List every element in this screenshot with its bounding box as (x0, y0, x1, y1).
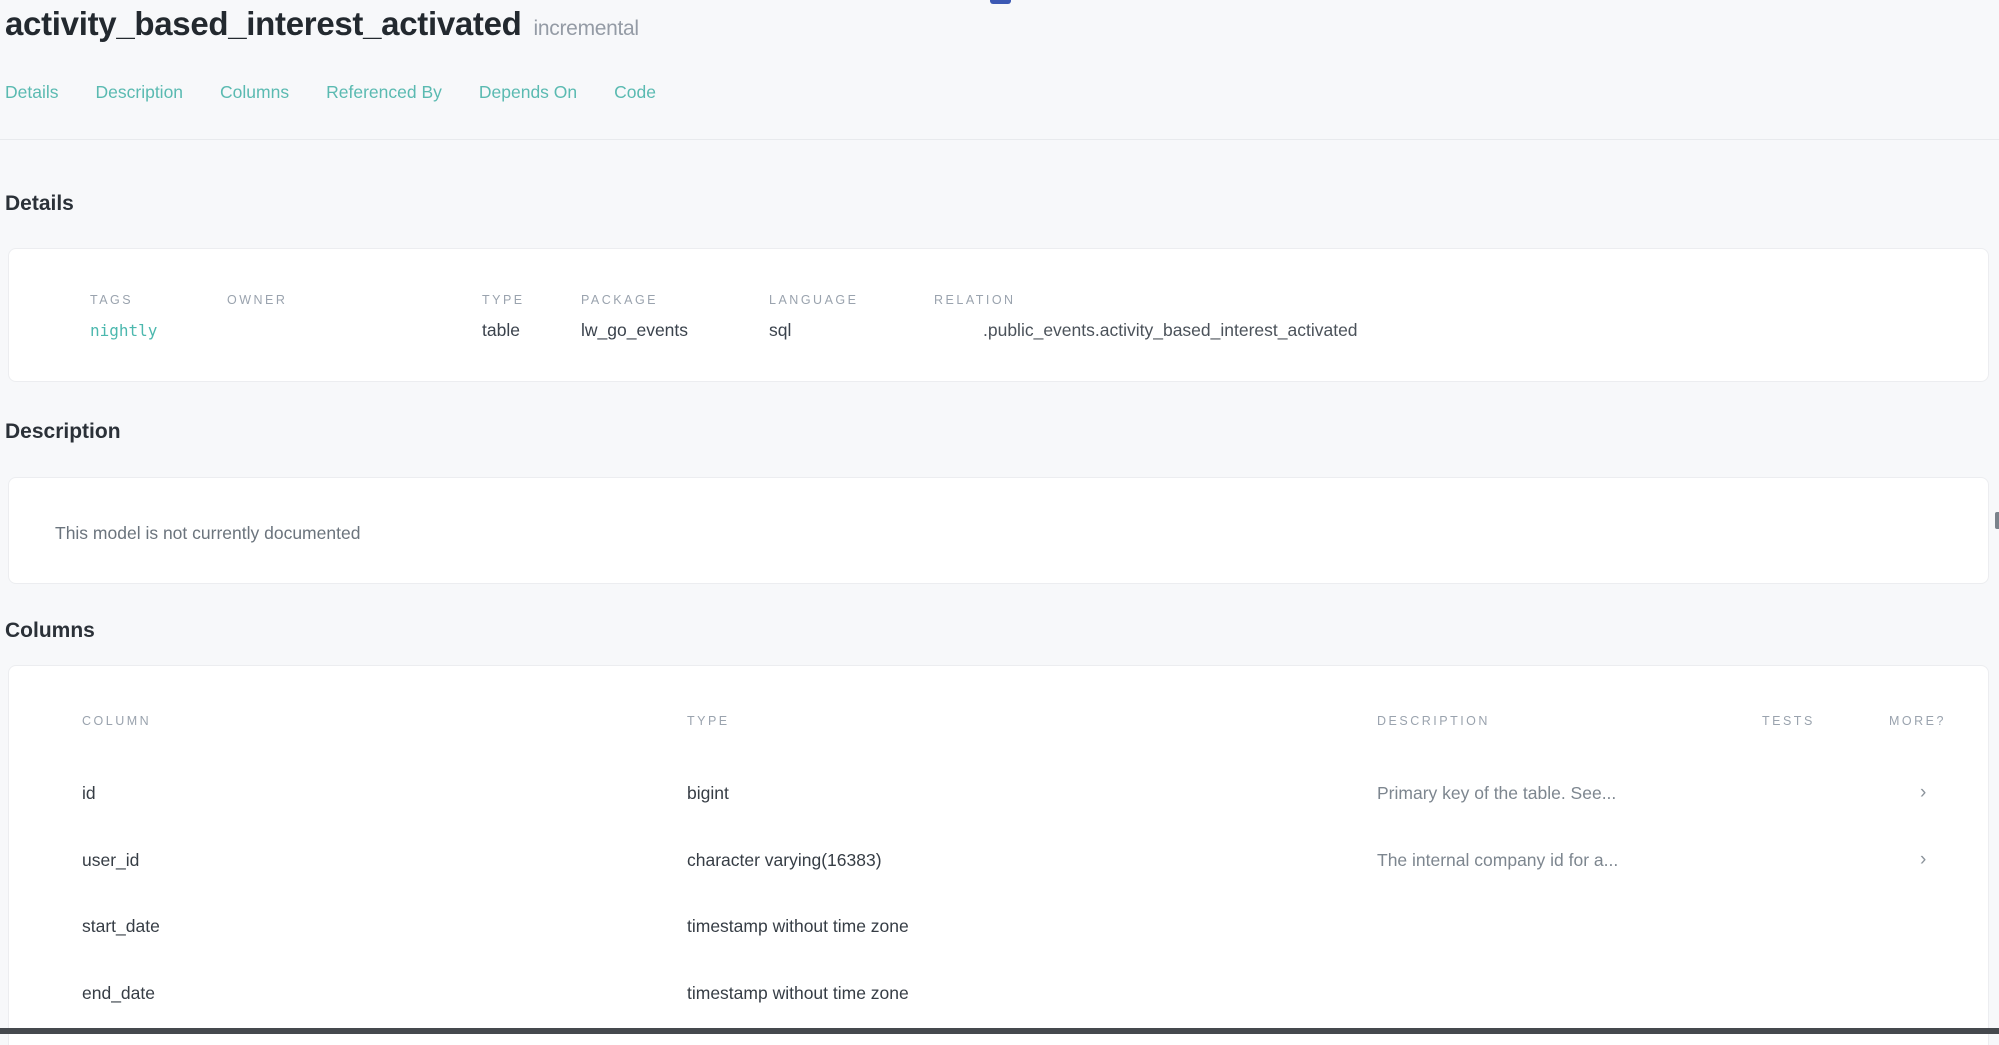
details-section-heading: Details (5, 192, 74, 216)
columns-section-heading: Columns (5, 619, 95, 643)
page-title: activity_based_interest_activated increme… (5, 0, 1905, 53)
tags-label: TAGS (90, 293, 227, 307)
header-description: DESCRIPTION (1377, 714, 1490, 728)
tab-referenced-by[interactable]: Referenced By (326, 82, 442, 103)
section-tabs: Details Description Columns Referenced B… (5, 82, 656, 103)
model-name: activity_based_interest_activated (5, 5, 522, 42)
language-value: sql (769, 320, 934, 341)
tab-description[interactable]: Description (96, 82, 184, 103)
chevron-right-icon[interactable]: › (1920, 778, 1926, 808)
header-column: COLUMN (82, 714, 151, 728)
table-row-start-date[interactable]: start_date timestamp without time zone (9, 911, 1988, 941)
owner-label: OWNER (227, 293, 482, 307)
column-name: start_date (82, 911, 160, 941)
type-label: TYPE (482, 293, 581, 307)
screenshot-bottom-edge (0, 1028, 1999, 1034)
relation-value: .public_events.activity_based_interest_a… (983, 320, 1988, 341)
column-name: end_date (82, 978, 155, 1008)
header-tests: TESTS (1762, 714, 1815, 728)
columns-table: COLUMN TYPE DESCRIPTION TESTS MORE? id b… (9, 666, 1988, 1045)
tab-code[interactable]: Code (614, 82, 656, 103)
package-value: lw_go_events (581, 320, 769, 341)
table-row-end-date[interactable]: end_date timestamp without time zone (9, 978, 1988, 1008)
column-name: id (82, 778, 96, 808)
table-row-user-id[interactable]: user_id character varying(16383) The int… (9, 845, 1988, 875)
tab-depends-on[interactable]: Depends On (479, 82, 577, 103)
relation-label: RELATION (934, 293, 1988, 307)
column-type: timestamp without time zone (687, 911, 909, 941)
owner-value (227, 320, 482, 341)
field-relation: RELATION .public_events.activity_based_i… (934, 293, 1988, 341)
description-text: This model is not currently documented (9, 478, 1988, 544)
column-description: The internal company id for a... (1377, 845, 1618, 875)
column-name: user_id (82, 845, 139, 875)
column-description: Primary key of the table. See... (1377, 778, 1616, 808)
cutoff-edge-fragment (1995, 512, 1999, 529)
materialization-badge: incremental (534, 17, 639, 40)
columns-table-header: COLUMN TYPE DESCRIPTION TESTS MORE? (9, 714, 1988, 734)
description-card: This model is not currently documented (8, 477, 1989, 584)
field-language: LANGUAGE sql (769, 293, 934, 341)
column-type: timestamp without time zone (687, 978, 909, 1008)
field-tags: TAGS nightly (90, 293, 227, 341)
language-label: LANGUAGE (769, 293, 934, 307)
chevron-right-icon[interactable]: › (1920, 845, 1926, 875)
field-type: TYPE table (482, 293, 581, 341)
field-owner: OWNER (227, 293, 482, 341)
tabs-divider (0, 139, 1999, 140)
tab-columns[interactable]: Columns (220, 82, 289, 103)
description-section-heading: Description (5, 420, 121, 444)
package-label: PACKAGE (581, 293, 769, 307)
model-header: activity_based_interest_activated increme… (5, 0, 1905, 53)
details-card: TAGS nightly OWNER TYPE table PACKAGE lw… (8, 248, 1989, 382)
column-type: bigint (687, 778, 729, 808)
tag-nightly-link[interactable]: nightly (90, 321, 157, 340)
type-value: table (482, 320, 581, 341)
tab-details[interactable]: Details (5, 82, 59, 103)
header-type: TYPE (687, 714, 730, 728)
table-row-id[interactable]: id bigint Primary key of the table. See.… (9, 778, 1988, 808)
column-type: character varying(16383) (687, 845, 882, 875)
field-package: PACKAGE lw_go_events (581, 293, 769, 341)
details-fields: TAGS nightly OWNER TYPE table PACKAGE lw… (9, 249, 1988, 341)
columns-card: COLUMN TYPE DESCRIPTION TESTS MORE? id b… (8, 665, 1989, 1045)
header-more: MORE? (1889, 714, 1946, 728)
